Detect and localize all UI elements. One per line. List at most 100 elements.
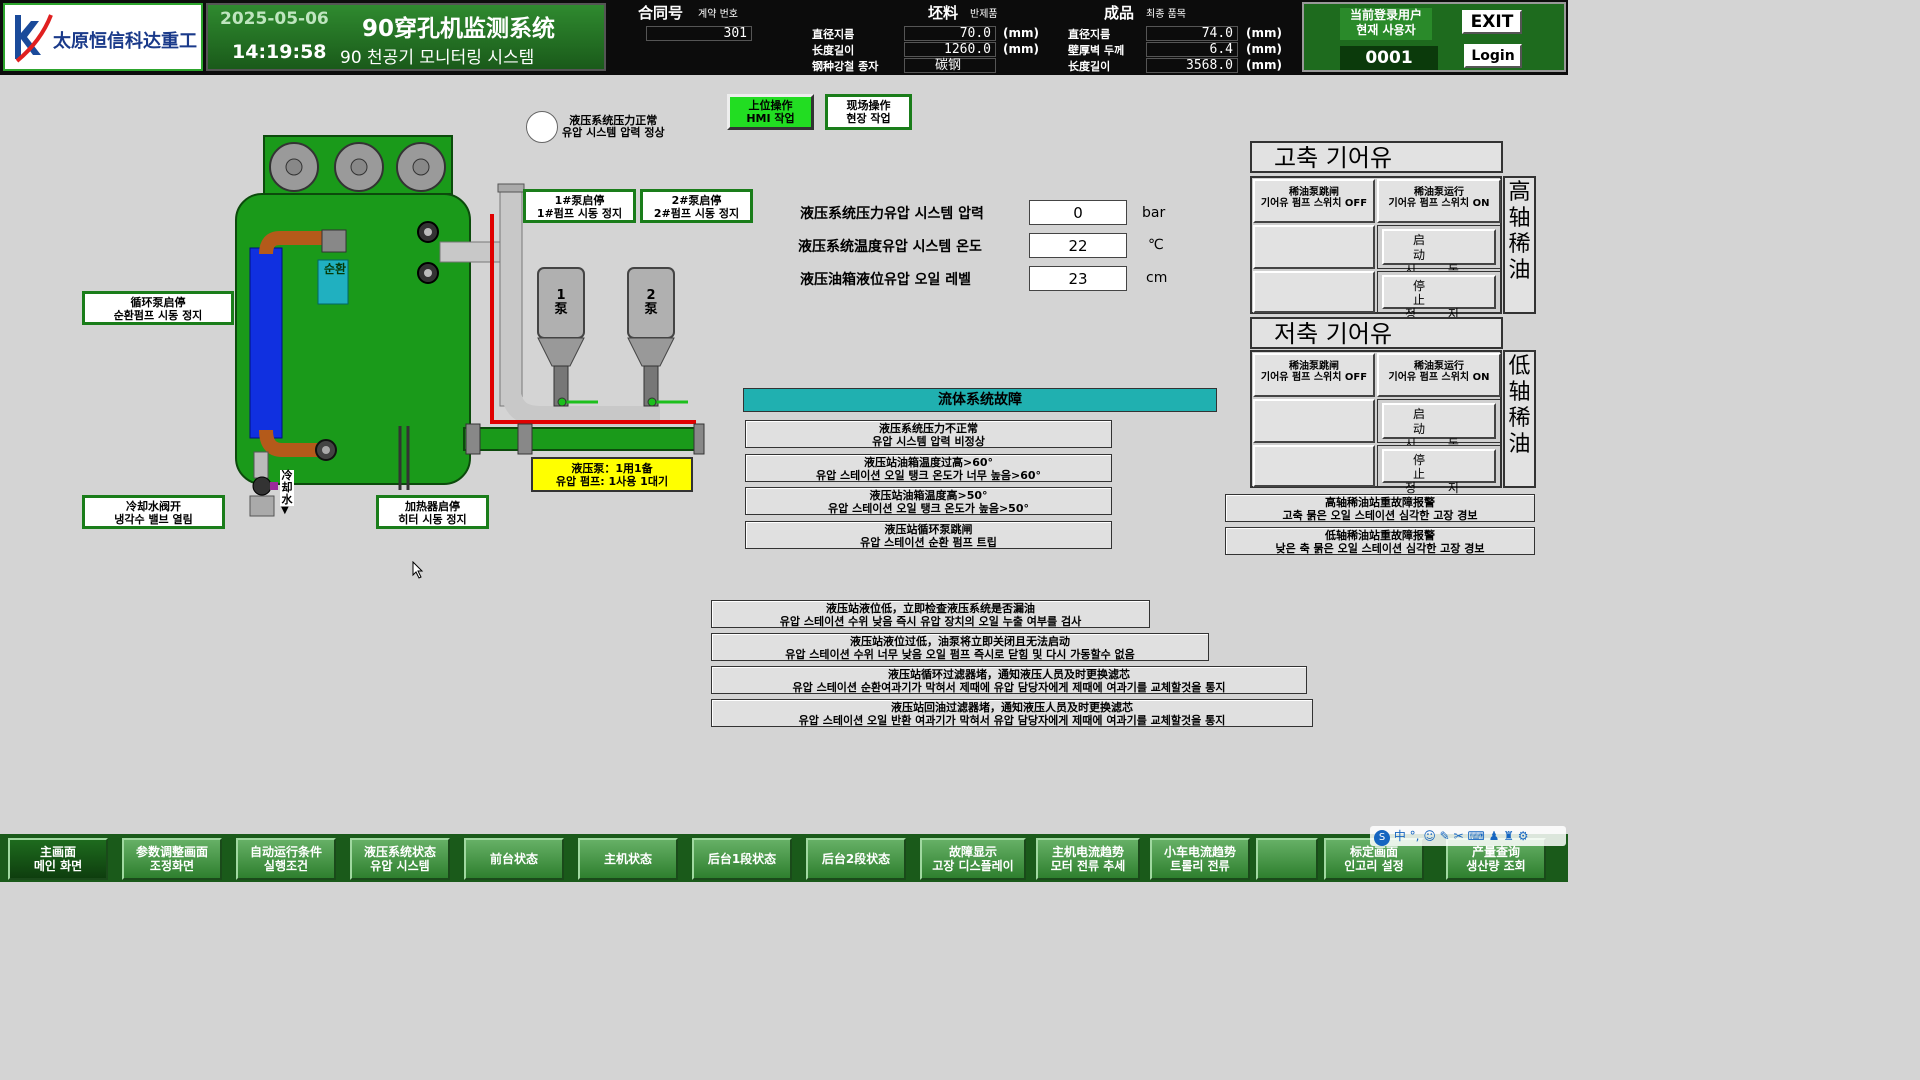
- low-stop-cn: 停 止: [1412, 453, 1465, 481]
- nav-auto-run-conditions[interactable]: 自动运行条件 실행조건: [236, 838, 336, 880]
- circulation-label: 순환: [323, 262, 347, 276]
- field-operation-button[interactable]: 现场操作 현장 작업: [825, 94, 912, 130]
- low-pump-off-status: 稀油泵跳闸 기어유 펌프 스위치 OFF: [1253, 353, 1375, 397]
- pump-status-cn: 液压泵：1用1备: [571, 462, 653, 475]
- ime-toolbar[interactable]: S 中 °, ☺ ✎ ✂ ⌨ ♟ ♜ ⚙: [1370, 826, 1566, 846]
- high-start-button[interactable]: 启 动 시 동: [1382, 229, 1496, 277]
- high-stop-button[interactable]: 停 止 정 지: [1382, 275, 1496, 321]
- message-item: 液压站回油过滤器堵，通知液压人员及时更换滤芯 유압 스테이션 오일 반환 여과기…: [711, 699, 1313, 727]
- product-diameter-unit: (mm): [1246, 26, 1282, 40]
- pump2-start-stop-button[interactable]: 2#泵启停 2#펌프 시동 정지: [640, 189, 753, 223]
- system-title: 90穿孔机监测系统: [362, 16, 556, 42]
- low-stop-button[interactable]: 停 止 정 지: [1382, 449, 1496, 495]
- lube-alarm-cn: 低轴稀油站重故障报警: [1325, 529, 1435, 542]
- heater-start-stop-button[interactable]: 加热器启停 히터 시동 정지: [376, 495, 489, 529]
- ime-emoji-icon[interactable]: ☺: [1423, 829, 1436, 843]
- hmi-operation-button[interactable]: 上位操作 HMI 작업: [727, 94, 814, 130]
- ime-settings-icon[interactable]: ⚙: [1518, 829, 1529, 843]
- system-title-kr: 90 천공기 모니터링 시스템: [340, 48, 535, 68]
- nav-label-cn: 小车电流趋势: [1163, 845, 1236, 859]
- low-start-button[interactable]: 启 动 시 동: [1382, 403, 1496, 451]
- oil-level-unit: cm: [1146, 270, 1168, 286]
- login-button[interactable]: Login: [1464, 44, 1522, 68]
- heater-start-stop-kr: 히터 시동 정지: [398, 513, 467, 526]
- lube-alarm-item: 低轴稀油站重故障报警 낮은 축 묽은 오일 스테이션 심각한 고장 경보: [1225, 527, 1535, 555]
- date-display: 2025-05-06: [220, 9, 329, 29]
- nav-main-screen[interactable]: 主画面 메인 화면: [8, 838, 108, 880]
- nav-label-kr: 모터 전류 추세: [1050, 859, 1126, 873]
- high-shaft-lube-panel: 稀油泵跳闸 기어유 펌프 스위치 OFF 稀油泵运行 기어유 펌프 스위치 ON…: [1250, 176, 1502, 321]
- pressure-value: 0: [1029, 200, 1127, 225]
- pump1-start-stop-cn: 1#泵启停: [554, 194, 605, 207]
- low-pump-off-cn: 稀油泵跳闸: [1289, 361, 1339, 372]
- lube-alarm-cn: 高轴稀油站重故障报警: [1325, 496, 1435, 509]
- nav-front-status[interactable]: 前台状态: [464, 838, 564, 880]
- nav-label-kr: 트롤리 전류: [1170, 859, 1230, 873]
- nav-trolley-current-trend[interactable]: 小车电流趋势 트롤리 전류: [1150, 838, 1250, 880]
- hmi-operation-kr: HMI 작업: [746, 112, 795, 125]
- nav-main-machine-status[interactable]: 主机状态: [578, 838, 678, 880]
- fault-item-cn: 液压站油箱温度高>50°: [869, 489, 988, 502]
- billet-steel-value: 碳钢: [904, 58, 996, 73]
- lube-alarm-kr: 고축 묽은 오일 스테이션 심각한 고장 경보: [1282, 509, 1478, 522]
- low-stop-frame: 停 止 정 지: [1377, 445, 1501, 495]
- ime-scissors-icon[interactable]: ✂: [1454, 829, 1464, 843]
- nav-label-kr: 실행조건: [263, 859, 309, 873]
- nav-label-cn: 主机状态: [603, 852, 652, 866]
- nav-rear-section2-status[interactable]: 后台2段状态: [806, 838, 906, 880]
- product-wall-value: 6.4: [1146, 42, 1238, 57]
- oil-level-label: 液压油箱液位유압 오일 레벨: [800, 272, 972, 288]
- nav-label-cn: 前台状态: [489, 852, 538, 866]
- high-start-cn: 启 动: [1412, 233, 1465, 262]
- nav-label-cn: 故障显示: [948, 845, 997, 859]
- nav-main-current-trend[interactable]: 主机电流趋势 모터 전류 추세: [1036, 838, 1140, 880]
- nav-label-cn: 液压系统状态: [363, 845, 436, 859]
- nav-label-cn: 自动运行条件: [249, 845, 322, 859]
- nav-label-kr: 조정화면: [149, 859, 195, 873]
- nav-fault-display[interactable]: 故障显示 고장 디스플레이: [920, 838, 1026, 880]
- low-start-cn: 启 动: [1412, 407, 1465, 436]
- nav-label-cn: 后台2段状态: [821, 852, 891, 866]
- ime-keyboard-icon[interactable]: ⌨: [1467, 829, 1484, 843]
- ime-punctuation-icon[interactable]: °,: [1410, 829, 1420, 843]
- message-item-kr: 유압 스테이션 순환여과기가 막혀서 제때에 유압 담당자에게 제때에 여과기를…: [792, 681, 1226, 694]
- arrow-down-icon: ▼: [281, 505, 289, 516]
- ime-pen-icon[interactable]: ✎: [1440, 829, 1450, 843]
- fault-item: 液压站油箱温度高>50° 유압 스테이션 오일 탱크 온도가 높음>50°: [745, 487, 1112, 515]
- low-start-frame: 启 动 시 동: [1377, 399, 1501, 451]
- exit-button[interactable]: EXIT: [1462, 10, 1522, 34]
- cooling-water-label: 冷却水: [280, 469, 294, 506]
- ime-language-icon[interactable]: 中: [1394, 829, 1406, 843]
- high-shaft-side-label: 高轴稀油: [1503, 176, 1536, 314]
- low-pump-on-cn: 稀油泵运行: [1414, 361, 1464, 372]
- company-logo: 太原恒信科达重工: [3, 3, 203, 71]
- cooling-valve-cn: 冷却水阀开: [126, 500, 181, 513]
- current-user-label-kr: 현재 사용자: [1356, 23, 1416, 37]
- message-item-cn: 液压站液位低，立即检查液压系统是否漏油: [826, 602, 1035, 615]
- ime-user-icon[interactable]: ♟: [1489, 829, 1500, 843]
- fault-item-kr: 유압 스테이션 순환 펌프 트립: [860, 536, 997, 549]
- company-name: 太原恒信科达重工: [53, 31, 197, 52]
- nav-blank-button[interactable]: [1256, 838, 1318, 880]
- billet-length-unit: (mm): [1003, 42, 1039, 56]
- pressure-label: 液压系统压力유압 시스템 압력: [800, 206, 984, 222]
- nav-parameter-adjust[interactable]: 参数调整画面 조정화면: [122, 838, 222, 880]
- nav-label-cn: 参数调整画面: [135, 845, 208, 859]
- product-diameter-label: 直径지름: [1068, 28, 1111, 41]
- temperature-unit: ℃: [1148, 237, 1164, 253]
- circulation-pump-start-stop-button[interactable]: 循环泵启停 순환펌프 시동 정지: [82, 291, 234, 325]
- high-pump-on-kr: 기어유 펌프 스위치 ON: [1388, 198, 1490, 209]
- logo-mark-icon: [15, 14, 53, 63]
- message-item: 液压站液位低，立即检查液压系统是否漏油 유압 스테이션 수위 낮음 즉시 유압 …: [711, 600, 1150, 628]
- ime-logo-icon[interactable]: S: [1374, 830, 1390, 846]
- oil-level-value: 23: [1029, 266, 1127, 291]
- billet-steel-label: 钢种강철 종자: [812, 60, 879, 73]
- pipe-vertical: [499, 185, 523, 407]
- cooling-valve-button[interactable]: 冷却水阀开 냉각수 밸브 열림: [82, 495, 225, 529]
- high-stop-cn: 停 止: [1412, 279, 1465, 307]
- nav-hydraulic-status[interactable]: 液压系统状态 유압 시스템: [350, 838, 450, 880]
- user-id-display: 0001: [1340, 46, 1438, 70]
- pump1-start-stop-button[interactable]: 1#泵启停 1#펌프 시동 정지: [523, 189, 636, 223]
- nav-rear-section1-status[interactable]: 后台1段状态: [692, 838, 792, 880]
- ime-shirt-icon[interactable]: ♜: [1503, 829, 1514, 843]
